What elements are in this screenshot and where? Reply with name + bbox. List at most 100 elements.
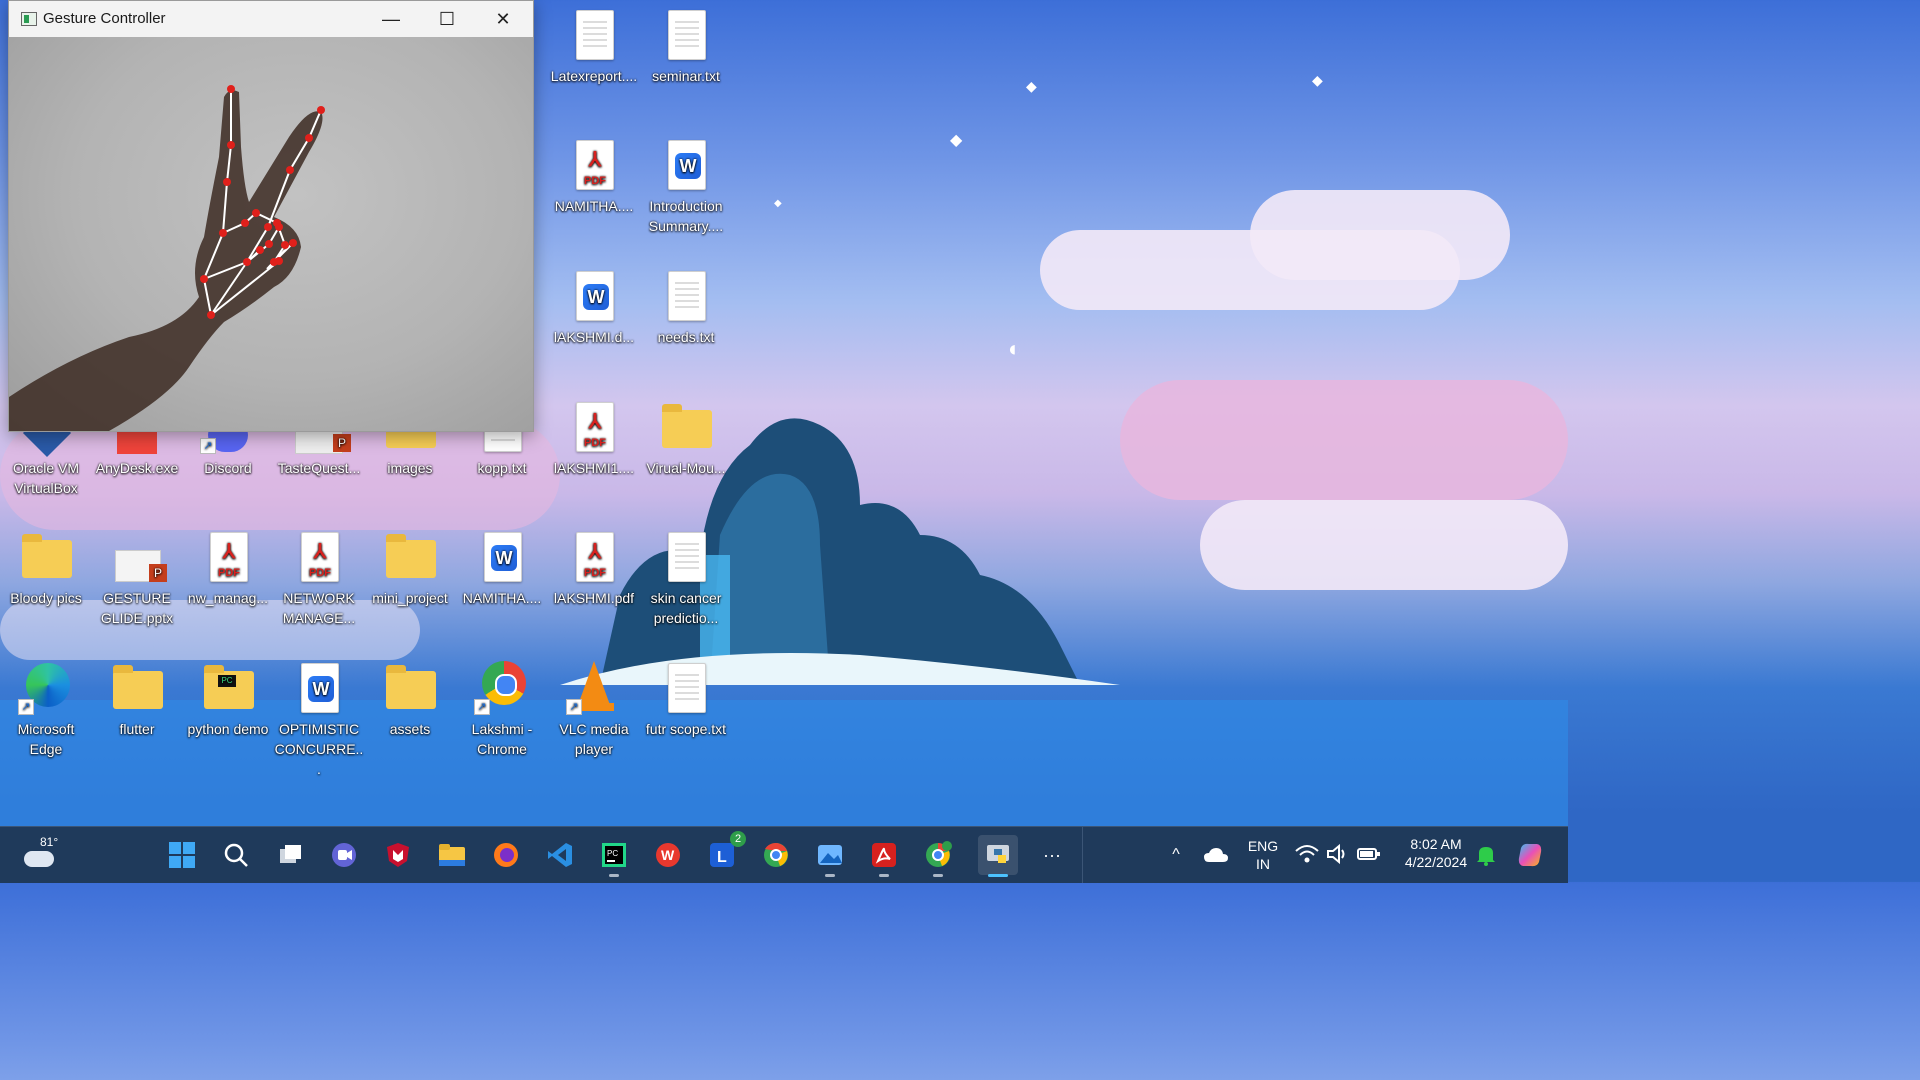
svg-text:W: W — [661, 847, 675, 863]
word-doc-icon: W — [291, 659, 347, 715]
photos-icon — [818, 845, 842, 865]
l-app-icon: L — [710, 843, 734, 867]
tray-overflow-button[interactable]: ^ — [1156, 835, 1196, 875]
desktop-icon-virual-mouse[interactable]: Virual-Mou... — [640, 398, 732, 478]
task-view-button[interactable] — [270, 835, 310, 875]
firefox-button[interactable] — [486, 835, 526, 875]
python-button[interactable] — [978, 835, 1018, 877]
notifications-button[interactable] — [1466, 835, 1506, 875]
battery-icon — [1357, 848, 1380, 860]
powerpoint-icon: P — [109, 528, 167, 584]
running-indicator — [825, 874, 835, 877]
more-apps-button[interactable]: ··· — [1032, 835, 1072, 875]
desktop-icon-chrome-lakshmi[interactable]: ↗ Lakshmi - Chrome — [456, 659, 548, 759]
desktop-icon-nw-manag[interactable]: ⅄ PDF nw_manag... — [182, 528, 274, 608]
wallpaper-star: ◆ — [1312, 72, 1323, 88]
task-view-icon — [280, 845, 301, 863]
gesture-controller-window[interactable]: Gesture Controller — ☐ ✕ — [8, 0, 534, 432]
desktop-icon-assets[interactable]: assets — [364, 659, 456, 739]
language-indicator[interactable]: ENG IN — [1240, 837, 1286, 873]
desktop-icon-optimistic[interactable]: W OPTIMISTIC CONCURRE... — [273, 659, 365, 779]
chrome-profile-button[interactable] — [918, 835, 958, 877]
wallpaper-cloud — [1250, 190, 1510, 280]
region-code: IN — [1256, 856, 1270, 872]
running-indicator — [933, 874, 943, 877]
wifi-icon — [1295, 845, 1319, 863]
hand-landmark-overlay — [9, 85, 325, 431]
desktop-icon-namitha-doc[interactable]: W NAMITHA.... — [456, 528, 548, 608]
copilot-icon — [1518, 843, 1542, 867]
chrome-profile-icon — [926, 841, 952, 867]
desktop-icon-seminar[interactable]: seminar.txt — [640, 6, 732, 86]
chrome-icon: ↗ — [474, 659, 530, 715]
weather-widget[interactable]: 81° — [20, 835, 70, 875]
desktop-icon-network-manage[interactable]: ⅄ PDF NETWORK MANAGE... — [273, 528, 365, 628]
camera-feed — [9, 37, 533, 431]
wallpaper-star: ◆ — [1026, 78, 1037, 94]
folder-icon — [18, 528, 74, 584]
word-doc-icon: W — [566, 267, 622, 323]
chrome-button[interactable] — [756, 835, 796, 875]
weather-temp: 81° — [40, 835, 59, 849]
onedrive-button[interactable] — [1196, 835, 1236, 875]
photos-button[interactable] — [810, 835, 850, 877]
wallpaper-star: ◐ — [1008, 336, 1022, 361]
pycharm-button[interactable]: PC — [594, 835, 634, 877]
desktop-icon-edge[interactable]: ↗ Microsoft Edge — [0, 659, 92, 759]
minimize-button[interactable]: — — [363, 1, 419, 37]
search-icon — [224, 843, 248, 867]
cloud-icon — [24, 851, 54, 867]
running-indicator — [609, 874, 619, 877]
file-explorer-button[interactable] — [432, 835, 472, 875]
desktop-icon-latexreport[interactable]: Latexreport.... — [548, 6, 640, 86]
desktop-icon-lakshmi1-pdf[interactable]: ⅄ PDF lAKSHMI1.... — [548, 398, 640, 478]
vscode-button[interactable] — [540, 835, 580, 875]
start-button[interactable] — [162, 835, 202, 875]
desktop-icon-mini-project[interactable]: mini_project — [364, 528, 456, 608]
taskbar-divider — [1082, 827, 1083, 883]
python-icon — [987, 845, 1009, 863]
acrobat-button[interactable] — [864, 835, 904, 877]
active-indicator — [988, 874, 1008, 877]
folder-icon — [382, 528, 438, 584]
desktop-icon-lakshmi-doc[interactable]: W lAKSHMI.d... — [548, 267, 640, 347]
text-file-icon — [658, 659, 714, 715]
desktop-icon-needs[interactable]: needs.txt — [640, 267, 732, 347]
maximize-button[interactable]: ☐ — [419, 1, 475, 37]
copilot-button[interactable] — [1510, 835, 1550, 875]
desktop-icon-gesture-glide[interactable]: P GESTURE GLIDE.pptx — [91, 528, 183, 628]
desktop-icon-namitha-pdf[interactable]: ⅄ PDF NAMITHA.... — [548, 136, 640, 216]
desktop-icon-bloody-pics[interactable]: Bloody pics — [0, 528, 92, 608]
l-app-button[interactable]: L 2 — [702, 831, 746, 875]
desktop-icon-flutter[interactable]: flutter — [91, 659, 183, 739]
wps-button[interactable]: W — [648, 835, 688, 875]
edge-icon: ↗ — [18, 659, 74, 715]
pdf-icon: ⅄ PDF — [566, 528, 622, 584]
quick-settings-button[interactable] — [1294, 841, 1384, 869]
volume-icon — [1327, 843, 1345, 865]
wallpaper-cloud — [1200, 500, 1568, 590]
mcafee-button[interactable] — [378, 835, 418, 875]
window-title: Gesture Controller — [43, 10, 166, 27]
desktop-icon-vlc[interactable]: ↗ VLC media player — [548, 659, 640, 759]
desktop-icon-introduction-summary[interactable]: W Introduction Summary.... — [640, 136, 732, 236]
windows-logo-icon — [169, 842, 195, 868]
desktop-icon-lakshmi-pdf[interactable]: ⅄ PDF lAKSHMI.pdf — [548, 528, 640, 608]
folder-icon: PC — [200, 659, 256, 715]
bell-icon — [1477, 847, 1495, 866]
desktop-icon-python-demo[interactable]: PC python demo — [182, 659, 274, 739]
running-indicator — [879, 874, 889, 877]
folder-icon — [109, 659, 165, 715]
vlc-icon: ↗ — [566, 659, 622, 715]
desktop-icon-skin-cancer[interactable]: skin cancer predictio... — [640, 528, 732, 628]
language-code: ENG — [1247, 838, 1279, 854]
pdf-icon: ⅄ PDF — [200, 528, 256, 584]
window-titlebar[interactable]: Gesture Controller — ☐ ✕ — [9, 1, 533, 37]
teams-button[interactable] — [324, 835, 364, 875]
folder-icon — [658, 398, 714, 454]
desktop-icon-futr-scope[interactable]: futr scope.txt — [640, 659, 732, 739]
vscode-icon — [548, 843, 572, 867]
text-file-icon — [658, 528, 714, 584]
close-button[interactable]: ✕ — [475, 1, 531, 37]
search-button[interactable] — [216, 835, 256, 875]
